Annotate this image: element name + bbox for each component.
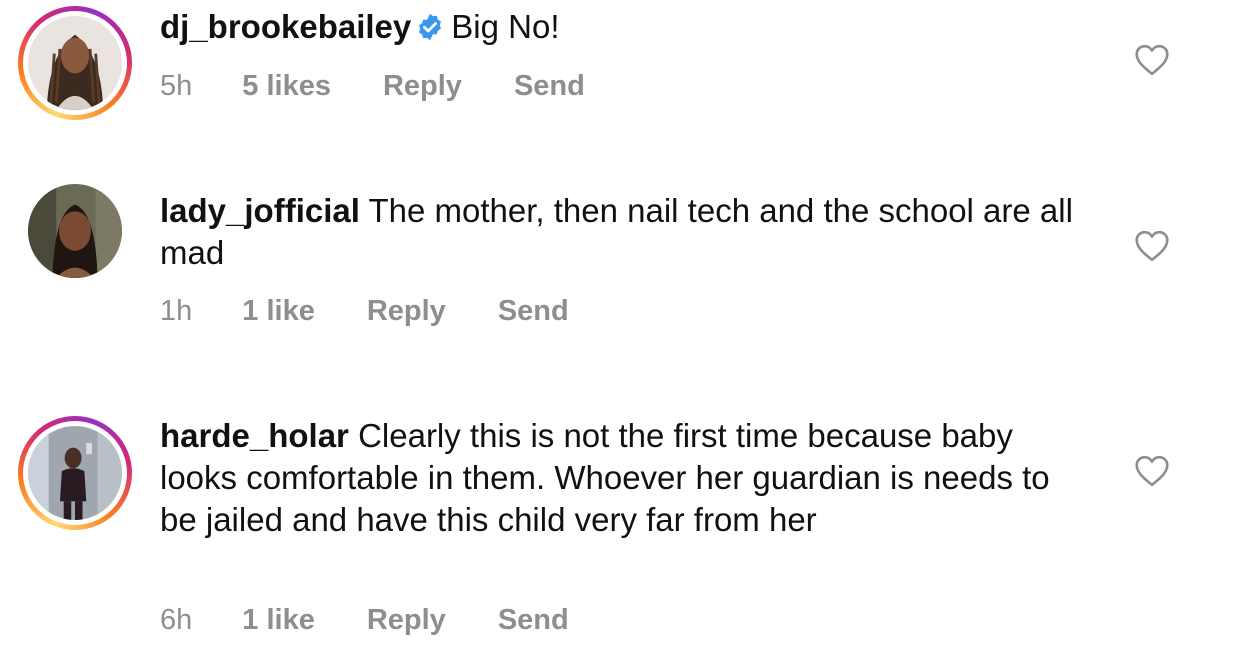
- avatar-wrap[interactable]: [18, 174, 132, 288]
- comment-body: Big No!: [451, 8, 560, 45]
- avatar-story-ring[interactable]: [18, 6, 132, 120]
- likes-count-link[interactable]: 5 likes: [242, 70, 331, 103]
- avatar-story-ring[interactable]: [18, 416, 132, 530]
- comment-meta: 1h 1 like Reply Send: [160, 295, 621, 328]
- comment-meta: 6h 1 like Reply Send: [160, 604, 621, 637]
- send-button[interactable]: Send: [514, 70, 585, 103]
- comment-text: lady_jofficial The mother, then nail tec…: [160, 190, 1080, 274]
- avatar: [28, 16, 122, 110]
- avatar: [28, 426, 122, 520]
- reply-button[interactable]: Reply: [383, 70, 462, 103]
- verified-badge-icon: [415, 10, 445, 52]
- likes-count-link[interactable]: 1 like: [242, 604, 315, 637]
- reply-button[interactable]: Reply: [367, 604, 446, 637]
- comment-meta: 5h 5 likes Reply Send: [160, 70, 637, 103]
- reply-button[interactable]: Reply: [367, 295, 446, 328]
- heart-outline-icon[interactable]: [1134, 230, 1170, 262]
- comment-time: 5h: [160, 70, 193, 102]
- comment-username[interactable]: harde_holar: [160, 417, 349, 454]
- comment-username[interactable]: dj_brookebailey: [160, 8, 411, 45]
- avatar: [28, 184, 122, 278]
- comment-username[interactable]: lady_jofficial: [160, 192, 360, 229]
- comment-text: dj_brookebailey Big No!: [160, 6, 1080, 52]
- comment-time: 6h: [160, 604, 193, 636]
- comment-time: 1h: [160, 295, 193, 327]
- send-button[interactable]: Send: [498, 295, 569, 328]
- likes-count-link[interactable]: 1 like: [242, 295, 315, 328]
- comment-text: harde_holar Clearly this is not the firs…: [160, 415, 1080, 541]
- send-button[interactable]: Send: [498, 604, 569, 637]
- heart-outline-icon[interactable]: [1134, 455, 1170, 487]
- heart-outline-icon[interactable]: [1134, 44, 1170, 76]
